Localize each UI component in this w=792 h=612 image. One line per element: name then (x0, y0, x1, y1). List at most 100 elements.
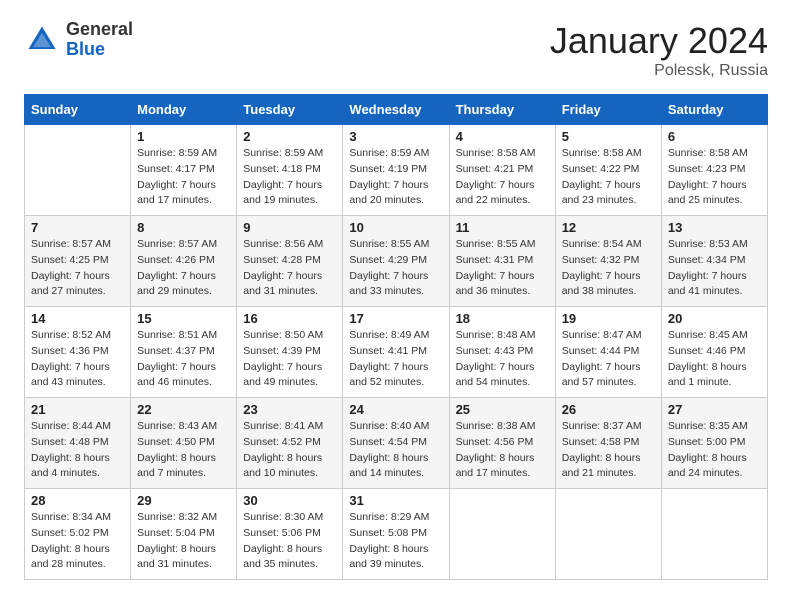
day-number: 4 (456, 129, 549, 144)
calendar-cell: 28 Sunrise: 8:34 AMSunset: 5:02 PMDayligh… (25, 489, 131, 580)
day-number: 18 (456, 311, 549, 326)
calendar-cell: 24 Sunrise: 8:40 AMSunset: 4:54 PMDayligh… (343, 398, 449, 489)
day-info: Sunrise: 8:55 AMSunset: 4:29 PMDaylight:… (349, 237, 442, 300)
calendar-cell: 30 Sunrise: 8:30 AMSunset: 5:06 PMDayligh… (237, 489, 343, 580)
calendar-week-row: 28 Sunrise: 8:34 AMSunset: 5:02 PMDayligh… (25, 489, 768, 580)
calendar-cell (25, 125, 131, 216)
logo-icon (24, 22, 60, 58)
day-info: Sunrise: 8:53 AMSunset: 4:34 PMDaylight:… (668, 237, 761, 300)
day-number: 28 (31, 493, 124, 508)
day-info: Sunrise: 8:59 AMSunset: 4:19 PMDaylight:… (349, 146, 442, 209)
calendar-cell: 11 Sunrise: 8:55 AMSunset: 4:31 PMDayligh… (449, 216, 555, 307)
calendar-cell: 21 Sunrise: 8:44 AMSunset: 4:48 PMDayligh… (25, 398, 131, 489)
weekday-header-wednesday: Wednesday (343, 95, 449, 125)
calendar-week-row: 21 Sunrise: 8:44 AMSunset: 4:48 PMDayligh… (25, 398, 768, 489)
calendar-cell: 15Sunrise: 8:51 AMSunset: 4:37 PMDayligh… (131, 307, 237, 398)
day-info: Sunrise: 8:49 AMSunset: 4:41 PMDaylight:… (349, 328, 442, 391)
calendar-cell: 16 Sunrise: 8:50 AMSunset: 4:39 PMDayligh… (237, 307, 343, 398)
calendar-cell: 27 Sunrise: 8:35 AMSunset: 5:00 PMDayligh… (661, 398, 767, 489)
calendar-table: SundayMondayTuesdayWednesdayThursdayFrid… (24, 94, 768, 580)
day-info: Sunrise: 8:41 AMSunset: 4:52 PMDaylight:… (243, 419, 336, 482)
day-info: Sunrise: 8:59 AMSunset: 4:17 PMDaylight:… (137, 146, 230, 209)
day-number: 23 (243, 402, 336, 417)
calendar-cell: 22 Sunrise: 8:43 AMSunset: 4:50 PMDayligh… (131, 398, 237, 489)
day-number: 7 (31, 220, 124, 235)
day-info: Sunrise: 8:45 AMSunset: 4:46 PMDaylight:… (668, 328, 761, 391)
calendar-cell: 26 Sunrise: 8:37 AMSunset: 4:58 PMDayligh… (555, 398, 661, 489)
day-info: Sunrise: 8:58 AMSunset: 4:23 PMDaylight:… (668, 146, 761, 209)
day-info: Sunrise: 8:50 AMSunset: 4:39 PMDaylight:… (243, 328, 336, 391)
calendar-cell: 3 Sunrise: 8:59 AMSunset: 4:19 PMDaylight… (343, 125, 449, 216)
day-number: 6 (668, 129, 761, 144)
logo-general: General (66, 20, 133, 40)
day-number: 13 (668, 220, 761, 235)
day-number: 26 (562, 402, 655, 417)
day-number: 27 (668, 402, 761, 417)
day-info: Sunrise: 8:37 AMSunset: 4:58 PMDaylight:… (562, 419, 655, 482)
day-number: 16 (243, 311, 336, 326)
calendar-cell: 2 Sunrise: 8:59 AMSunset: 4:18 PMDaylight… (237, 125, 343, 216)
day-info: Sunrise: 8:40 AMSunset: 4:54 PMDaylight:… (349, 419, 442, 482)
day-info: Sunrise: 8:54 AMSunset: 4:32 PMDaylight:… (562, 237, 655, 300)
day-number: 21 (31, 402, 124, 417)
calendar-cell: 13 Sunrise: 8:53 AMSunset: 4:34 PMDayligh… (661, 216, 767, 307)
day-number: 5 (562, 129, 655, 144)
calendar-cell (555, 489, 661, 580)
calendar-cell: 31 Sunrise: 8:29 AMSunset: 5:08 PMDayligh… (343, 489, 449, 580)
day-info: Sunrise: 8:34 AMSunset: 5:02 PMDaylight:… (31, 510, 124, 573)
weekday-header-monday: Monday (131, 95, 237, 125)
calendar-cell (661, 489, 767, 580)
day-number: 17 (349, 311, 442, 326)
calendar-cell: 17 Sunrise: 8:49 AMSunset: 4:41 PMDayligh… (343, 307, 449, 398)
calendar-cell: 8Sunrise: 8:57 AMSunset: 4:26 PMDaylight… (131, 216, 237, 307)
day-number: 15 (137, 311, 230, 326)
day-info: Sunrise: 8:56 AMSunset: 4:28 PMDaylight:… (243, 237, 336, 300)
day-number: 24 (349, 402, 442, 417)
weekday-header-row: SundayMondayTuesdayWednesdayThursdayFrid… (25, 95, 768, 125)
calendar-cell (449, 489, 555, 580)
calendar-cell: 29 Sunrise: 8:32 AMSunset: 5:04 PMDayligh… (131, 489, 237, 580)
calendar-week-row: 1 Sunrise: 8:59 AMSunset: 4:17 PMDaylight… (25, 125, 768, 216)
weekday-header-saturday: Saturday (661, 95, 767, 125)
title-month: January 2024 (550, 20, 768, 62)
day-info: Sunrise: 8:38 AMSunset: 4:56 PMDaylight:… (456, 419, 549, 482)
logo: General Blue (24, 20, 133, 60)
calendar-cell: 14Sunrise: 8:52 AMSunset: 4:36 PMDayligh… (25, 307, 131, 398)
day-number: 29 (137, 493, 230, 508)
calendar-cell: 10Sunrise: 8:55 AMSunset: 4:29 PMDayligh… (343, 216, 449, 307)
day-info: Sunrise: 8:44 AMSunset: 4:48 PMDaylight:… (31, 419, 124, 482)
calendar-cell: 6 Sunrise: 8:58 AMSunset: 4:23 PMDaylight… (661, 125, 767, 216)
calendar-cell: 23 Sunrise: 8:41 AMSunset: 4:52 PMDayligh… (237, 398, 343, 489)
calendar-cell: 7 Sunrise: 8:57 AMSunset: 4:25 PMDaylight… (25, 216, 131, 307)
day-info: Sunrise: 8:57 AMSunset: 4:25 PMDaylight:… (31, 237, 124, 300)
day-number: 8 (137, 220, 230, 235)
day-number: 3 (349, 129, 442, 144)
day-number: 1 (137, 129, 230, 144)
day-info: Sunrise: 8:29 AMSunset: 5:08 PMDaylight:… (349, 510, 442, 573)
day-number: 30 (243, 493, 336, 508)
day-info: Sunrise: 8:55 AMSunset: 4:31 PMDaylight:… (456, 237, 549, 300)
day-number: 31 (349, 493, 442, 508)
day-info: Sunrise: 8:48 AMSunset: 4:43 PMDaylight:… (456, 328, 549, 391)
day-number: 22 (137, 402, 230, 417)
calendar-cell: 18 Sunrise: 8:48 AMSunset: 4:43 PMDayligh… (449, 307, 555, 398)
calendar-cell: 20Sunrise: 8:45 AMSunset: 4:46 PMDayligh… (661, 307, 767, 398)
weekday-header-friday: Friday (555, 95, 661, 125)
day-info: Sunrise: 8:35 AMSunset: 5:00 PMDaylight:… (668, 419, 761, 482)
weekday-header-thursday: Thursday (449, 95, 555, 125)
day-info: Sunrise: 8:30 AMSunset: 5:06 PMDaylight:… (243, 510, 336, 573)
day-info: Sunrise: 8:58 AMSunset: 4:22 PMDaylight:… (562, 146, 655, 209)
day-info: Sunrise: 8:43 AMSunset: 4:50 PMDaylight:… (137, 419, 230, 482)
calendar-cell: 19Sunrise: 8:47 AMSunset: 4:44 PMDayligh… (555, 307, 661, 398)
day-number: 11 (456, 220, 549, 235)
day-number: 19 (562, 311, 655, 326)
day-info: Sunrise: 8:32 AMSunset: 5:04 PMDaylight:… (137, 510, 230, 573)
title-location: Polessk, Russia (550, 62, 768, 80)
calendar-cell: 25Sunrise: 8:38 AMSunset: 4:56 PMDayligh… (449, 398, 555, 489)
calendar-week-row: 7 Sunrise: 8:57 AMSunset: 4:25 PMDaylight… (25, 216, 768, 307)
day-info: Sunrise: 8:59 AMSunset: 4:18 PMDaylight:… (243, 146, 336, 209)
calendar-week-row: 14Sunrise: 8:52 AMSunset: 4:36 PMDayligh… (25, 307, 768, 398)
day-number: 14 (31, 311, 124, 326)
weekday-header-sunday: Sunday (25, 95, 131, 125)
day-number: 2 (243, 129, 336, 144)
